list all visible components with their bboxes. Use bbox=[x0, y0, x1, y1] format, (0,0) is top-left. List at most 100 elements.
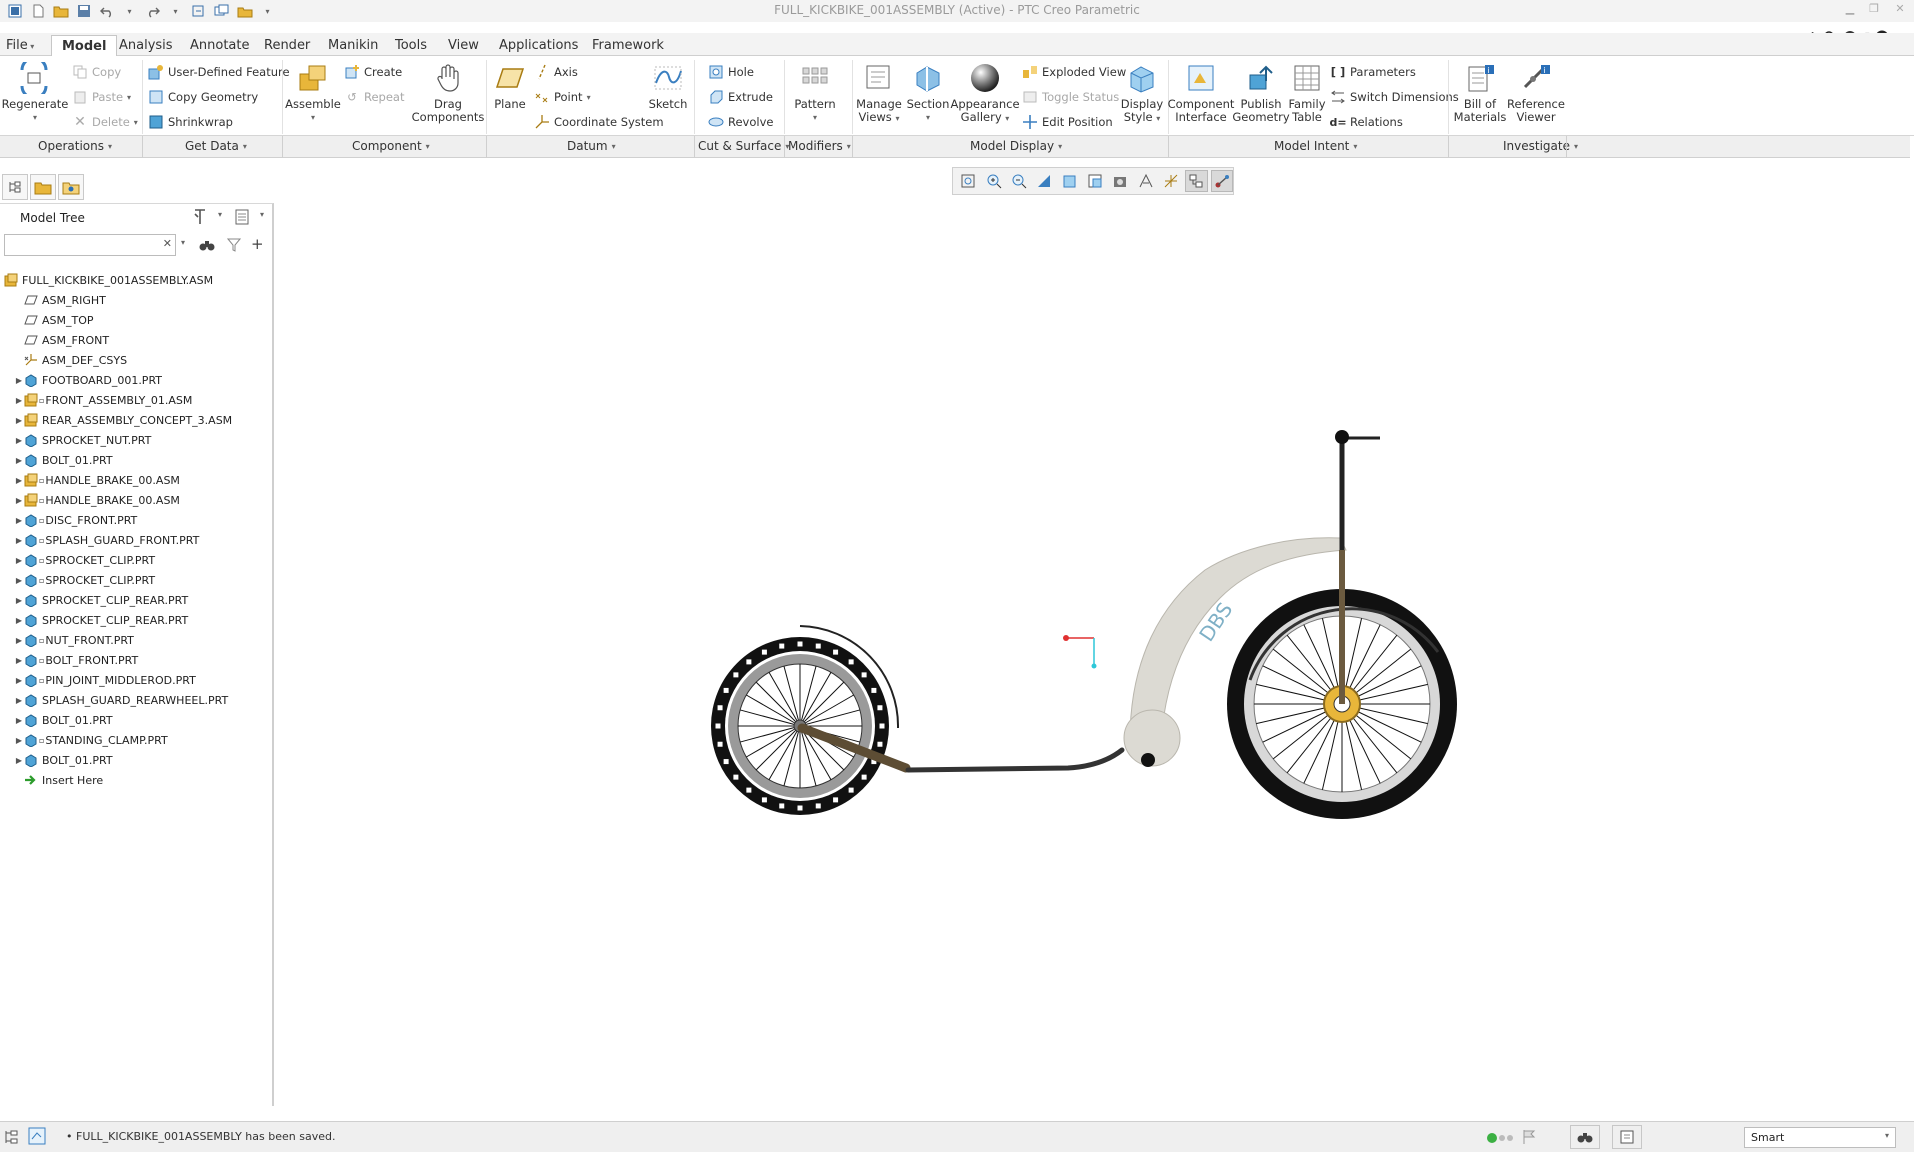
close-icon[interactable]: ✕ bbox=[1890, 2, 1910, 18]
tab-manikin[interactable]: Manikin bbox=[318, 35, 388, 56]
axis-button[interactable]: Axis bbox=[534, 62, 578, 82]
clear-search-icon[interactable]: ✕ bbox=[163, 237, 172, 250]
group-datum[interactable]: Datum ▾ bbox=[567, 139, 616, 153]
tree-item[interactable]: FULL_KICKBIKE_001ASSEMBLY.ASM bbox=[4, 270, 213, 290]
tree-item[interactable]: ▶ FOOTBOARD_001.PRT bbox=[14, 370, 162, 390]
tree-settings-icon[interactable] bbox=[192, 207, 210, 230]
delete-button[interactable]: ✕ Delete ▾ bbox=[72, 112, 138, 132]
tree-item[interactable]: ▶ SPLASH_GUARD_REARWHEEL.PRT bbox=[14, 690, 228, 710]
paste-button[interactable]: Paste ▾ bbox=[72, 87, 131, 107]
bill-of-materials-button[interactable]: i Bill of Materials bbox=[1454, 60, 1506, 124]
tree-item[interactable]: ▶ ▫ HANDLE_BRAKE_00.ASM bbox=[14, 490, 180, 510]
create-button[interactable]: Create bbox=[344, 62, 402, 82]
search-dropdown-icon[interactable]: ▾ bbox=[181, 238, 185, 247]
extrude-button[interactable]: Extrude bbox=[708, 87, 773, 107]
revolve-button[interactable]: Revolve bbox=[708, 112, 773, 132]
tab-model[interactable]: Model bbox=[51, 35, 118, 57]
tree-item[interactable]: ▶ ▫ STANDING_CLAMP.PRT bbox=[14, 730, 168, 750]
tree-item[interactable]: ▶ ▫ SPLASH_GUARD_FRONT.PRT bbox=[14, 530, 199, 550]
add-column-icon[interactable]: + bbox=[251, 235, 264, 253]
saved-orientations-icon[interactable] bbox=[1084, 170, 1106, 192]
graphics-viewport[interactable]: DBS bbox=[690, 410, 1490, 830]
expand-arrow-icon[interactable]: ▶ bbox=[14, 476, 24, 485]
tree-item[interactable]: ASM_FRONT bbox=[14, 330, 109, 350]
expand-arrow-icon[interactable]: ▶ bbox=[14, 676, 24, 685]
expand-arrow-icon[interactable]: ▶ bbox=[14, 496, 24, 505]
tree-item[interactable]: ▶ ▫ BOLT_FRONT.PRT bbox=[14, 650, 138, 670]
expand-arrow-icon[interactable]: ▶ bbox=[14, 636, 24, 645]
tab-framework[interactable]: Framework bbox=[582, 35, 674, 56]
display-style-button[interactable]: Display Style ▾ bbox=[1118, 60, 1166, 125]
expand-arrow-icon[interactable]: ▶ bbox=[14, 416, 24, 425]
copy-geometry-button[interactable]: Copy Geometry bbox=[148, 87, 258, 107]
annotation-display-icon[interactable] bbox=[1185, 170, 1208, 192]
expand-arrow-icon[interactable]: ▶ bbox=[14, 736, 24, 745]
group-get-data[interactable]: Get Data ▾ bbox=[185, 139, 247, 153]
refit-icon[interactable] bbox=[957, 170, 979, 192]
expand-arrow-icon[interactable]: ▶ bbox=[14, 516, 24, 525]
group-modifiers[interactable]: Modifiers ▾ bbox=[788, 139, 851, 153]
tree-item[interactable]: ▶ SPROCKET_CLIP_REAR.PRT bbox=[14, 610, 188, 630]
drag-components-button[interactable]: Drag Components bbox=[412, 60, 484, 124]
switch-dimensions-button[interactable]: Switch Dimensions bbox=[1330, 87, 1459, 107]
tree-item[interactable]: ▶ REAR_ASSEMBLY_CONCEPT_3.ASM bbox=[14, 410, 232, 430]
tree-item[interactable]: ▶ ▫ SPROCKET_CLIP.PRT bbox=[14, 550, 155, 570]
selection-list-icon[interactable] bbox=[1612, 1125, 1642, 1149]
exploded-view-button[interactable]: Exploded View bbox=[1022, 62, 1126, 82]
expand-arrow-icon[interactable]: ▶ bbox=[14, 596, 24, 605]
find-icon[interactable] bbox=[1570, 1125, 1600, 1149]
insert-here-marker[interactable]: Insert Here bbox=[14, 770, 103, 790]
group-operations[interactable]: Operations ▾ bbox=[38, 139, 112, 153]
handlebar-knob[interactable] bbox=[1335, 430, 1349, 444]
shrinkwrap-button[interactable]: Shrinkwrap bbox=[148, 112, 233, 132]
component-interface-button[interactable]: Component Interface bbox=[1168, 60, 1234, 124]
spin-center-icon[interactable] bbox=[1210, 170, 1233, 192]
toggle-status-button[interactable]: Toggle Status bbox=[1022, 87, 1119, 107]
perspective-view-icon[interactable] bbox=[1135, 170, 1157, 192]
view-manager-icon[interactable] bbox=[1109, 170, 1131, 192]
display-style-toolbar-icon[interactable] bbox=[1058, 170, 1080, 192]
tree-item[interactable]: ▶ ▫ FRONT_ASSEMBLY_01.ASM bbox=[14, 390, 192, 410]
tree-item[interactable]: ▶ ▫ SPROCKET_CLIP.PRT bbox=[14, 570, 155, 590]
tree-item[interactable]: ▶ BOLT_01.PRT bbox=[14, 450, 113, 470]
maximize-icon[interactable]: ❐ bbox=[1864, 2, 1884, 18]
repeat-button[interactable]: ↺ Repeat bbox=[344, 87, 404, 107]
show-dropdown-icon[interactable]: ▾ bbox=[260, 210, 264, 219]
edit-position-button[interactable]: Edit Position bbox=[1022, 112, 1113, 132]
joint-bolt[interactable] bbox=[1141, 753, 1155, 767]
flag-icon[interactable] bbox=[1522, 1129, 1536, 1148]
user-defined-feature-button[interactable]: User-Defined Feature bbox=[148, 62, 290, 82]
tree-item[interactable]: ▶ BOLT_01.PRT bbox=[14, 710, 113, 730]
favorites-tab-icon[interactable] bbox=[58, 174, 84, 200]
expand-arrow-icon[interactable]: ▶ bbox=[14, 436, 24, 445]
sketch-button[interactable]: Sketch bbox=[648, 60, 688, 111]
minimize-icon[interactable]: ▁ bbox=[1840, 2, 1860, 18]
manage-views-button[interactable]: Manage Views ▾ bbox=[856, 60, 902, 125]
hole-button[interactable]: Hole bbox=[708, 62, 754, 82]
zoom-in-icon[interactable] bbox=[982, 170, 1004, 192]
publish-geometry-button[interactable]: Publish Geometry bbox=[1232, 60, 1290, 124]
copy-button[interactable]: Copy bbox=[72, 62, 121, 82]
tree-item[interactable]: ▶ ▫ HANDLE_BRAKE_00.ASM bbox=[14, 470, 180, 490]
tab-tools[interactable]: Tools bbox=[385, 35, 437, 56]
model-tree-tab-icon[interactable] bbox=[2, 174, 28, 200]
expand-arrow-icon[interactable]: ▶ bbox=[14, 756, 24, 765]
tree-item[interactable]: ASM_DEF_CSYS bbox=[14, 350, 127, 370]
family-table-button[interactable]: Family Table bbox=[1289, 60, 1326, 124]
repaint-icon[interactable] bbox=[1033, 170, 1055, 192]
tree-item[interactable]: ASM_TOP bbox=[14, 310, 94, 330]
datum-display-filters-icon[interactable] bbox=[1160, 170, 1182, 192]
group-component[interactable]: Component ▾ bbox=[352, 139, 430, 153]
tree-item[interactable]: ▶ SPROCKET_CLIP_REAR.PRT bbox=[14, 590, 188, 610]
folder-browser-tab-icon[interactable] bbox=[30, 174, 56, 200]
plane-button[interactable]: Plane bbox=[490, 60, 530, 111]
model-tree-toggle-icon[interactable] bbox=[4, 1129, 20, 1148]
tab-annotate[interactable]: Annotate bbox=[180, 35, 259, 56]
footboard[interactable] bbox=[905, 747, 1125, 773]
tree-item[interactable]: ▶ SPROCKET_NUT.PRT bbox=[14, 430, 151, 450]
group-model-intent[interactable]: Model Intent ▾ bbox=[1274, 139, 1357, 153]
expand-arrow-icon[interactable]: ▶ bbox=[14, 696, 24, 705]
zoom-out-icon[interactable] bbox=[1008, 170, 1030, 192]
show-icon[interactable] bbox=[234, 208, 250, 229]
pattern-button[interactable]: Pattern ▾ bbox=[792, 60, 838, 124]
